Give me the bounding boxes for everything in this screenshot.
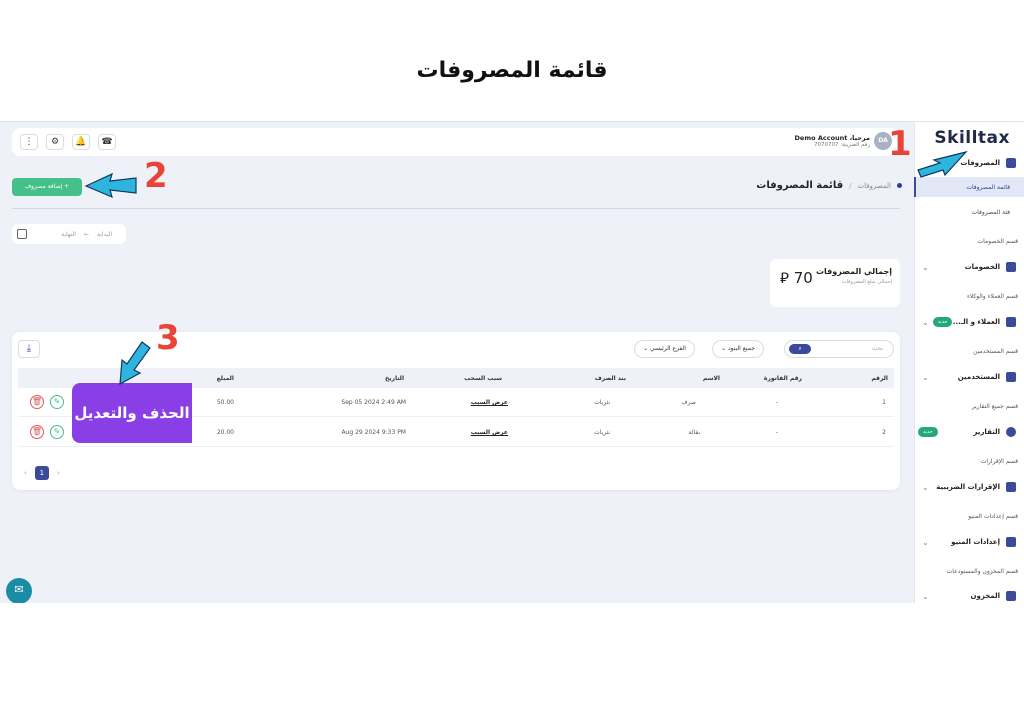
arrow-2: [84, 172, 137, 199]
arrow-1: [917, 150, 968, 178]
annotation-arrows: [84, 150, 968, 386]
arrow-3: [119, 341, 151, 386]
